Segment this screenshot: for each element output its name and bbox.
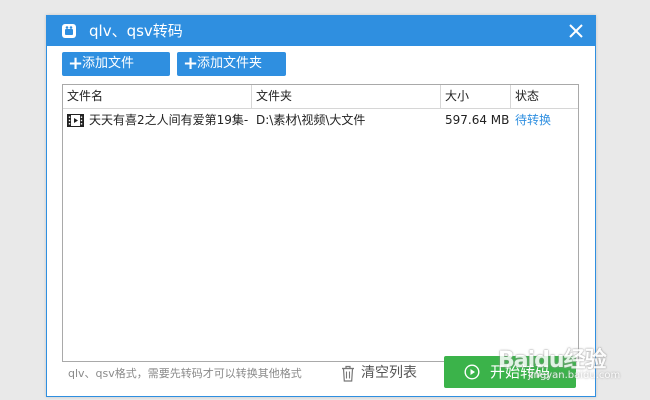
file-size: 597.64 MB [445, 113, 509, 127]
video-file-icon [67, 114, 84, 127]
clear-list-button[interactable]: 清空列表 [361, 364, 417, 382]
column-header-size[interactable]: 大小 [441, 85, 511, 108]
start-convert-label: 开始转码 [490, 363, 551, 381]
converter-dialog: qlv、qsv转码 + 添加文件 + 添加文件夹 文件名 文件夹 大小 状态 天… [46, 15, 596, 397]
add-folder-label: 添加文件夹 [197, 56, 263, 71]
window-title: qlv、qsv转码 [89, 22, 183, 40]
trash-icon[interactable] [341, 365, 355, 382]
file-list[interactable]: 文件名 文件夹 大小 状态 天天有喜2之人间有爱第19集- D:\素材\视频\大… [62, 84, 579, 362]
add-file-button[interactable]: + 添加文件 [62, 52, 170, 76]
column-header-folder[interactable]: 文件夹 [252, 85, 441, 108]
file-name: 天天有喜2之人间有爱第19集- [89, 113, 249, 127]
table-row[interactable]: 天天有喜2之人间有爱第19集- D:\素材\视频\大文件 597.64 MB 待… [63, 109, 578, 131]
plus-icon: + [183, 53, 199, 74]
status-badge: 待转换 [515, 113, 552, 127]
close-icon[interactable] [567, 22, 585, 40]
column-header-filename[interactable]: 文件名 [63, 85, 252, 108]
add-file-label: 添加文件 [82, 56, 135, 71]
plus-icon: + [68, 53, 84, 74]
app-icon [62, 24, 76, 38]
column-header-status[interactable]: 状态 [511, 85, 578, 108]
start-convert-button[interactable]: 开始转码 [444, 356, 576, 388]
file-folder: D:\素材\视频\大文件 [256, 113, 366, 127]
add-folder-button[interactable]: + 添加文件夹 [177, 52, 286, 76]
table-header: 文件名 文件夹 大小 状态 [63, 85, 578, 109]
format-hint: qlv、qsv格式，需要先转码才可以转换其他格式 [68, 367, 302, 380]
play-icon [464, 364, 480, 380]
title-bar[interactable]: qlv、qsv转码 [47, 16, 595, 46]
